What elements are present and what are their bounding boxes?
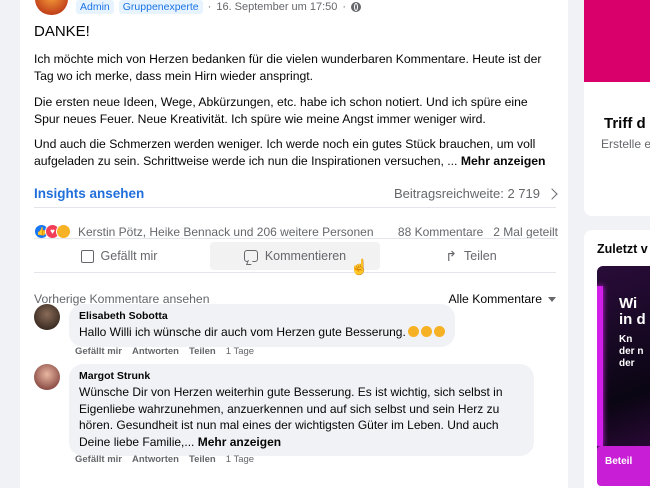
reactions-text: Kerstin Pötz, Heike Bennack und 206 weit… <box>78 224 374 239</box>
comment-share-link[interactable]: Teilen <box>189 454 216 465</box>
comment-like-link[interactable]: Gefällt mir <box>75 454 122 465</box>
comment-time[interactable]: 1 Tage <box>226 454 254 465</box>
reach-label: Beitragsreichweite: 2 719 <box>394 186 540 201</box>
divider <box>34 238 556 239</box>
emoji-icon <box>420 326 432 337</box>
post-meta: Admin Gruppenexperte · 16. September um … <box>76 0 362 14</box>
hand-cursor-icon: ☝ <box>350 259 369 276</box>
comments-count[interactable]: 88 Kommentare <box>398 225 483 239</box>
comment-actions: Gefällt mir Antworten Teilen 1 Tage <box>75 346 254 357</box>
comment-bubble: Margot Strunk Wünsche Dir von Herzen wei… <box>69 364 534 456</box>
card-subtitle: Erstelle e <box>601 137 650 151</box>
care-reaction-icon <box>56 224 71 239</box>
right-card-meet[interactable]: Triff d Erstelle e <box>584 0 650 216</box>
reactions-row: 👍 ♥ Kerstin Pötz, Heike Bennack und 206 … <box>34 224 558 239</box>
thumbs-up-icon <box>80 249 94 263</box>
chevron-right-icon <box>546 187 558 200</box>
comment-bubble: Elisabeth Sobotta Hallo Willi ich wünsch… <box>69 304 455 347</box>
globe-icon <box>351 2 362 12</box>
card-title: Triff d <box>604 115 646 132</box>
emoji-icon <box>433 326 445 337</box>
show-more-link[interactable]: Mehr anzeigen <box>198 435 281 449</box>
comment-author[interactable]: Elisabeth Sobotta <box>79 310 445 322</box>
comment-share-link[interactable]: Teilen <box>189 346 216 357</box>
post-paragraph: Die ersten neue Ideen, Wege, Abkürzungen… <box>34 94 528 126</box>
insights-link[interactable]: Insights ansehen <box>34 186 144 201</box>
comment-reply-link[interactable]: Antworten <box>132 454 179 465</box>
group-expert-badge: Gruppenexperte <box>118 0 203 14</box>
post-paragraph: Ich möchte mich von Herzen bedanken für … <box>34 52 542 83</box>
right-card-recent: Zuletzt v Wi in d Kn der n der Beteil <box>584 230 650 488</box>
divider <box>34 207 556 208</box>
caret-down-icon <box>548 296 556 302</box>
comment-text: Hallo Willi ich wünsche dir auch vom Her… <box>79 324 445 341</box>
divider <box>34 272 556 273</box>
show-more-link[interactable]: Mehr anzeigen <box>461 154 546 168</box>
comment-text: Wünsche Dir von Herzen weiterhin gute Be… <box>79 385 503 449</box>
emoji-icon <box>407 326 419 337</box>
like-button[interactable]: Gefällt mir <box>34 242 204 270</box>
avatar[interactable] <box>34 364 60 390</box>
post-actions: Gefällt mir Kommentieren ↱ Teilen <box>34 242 556 270</box>
comment-time[interactable]: 1 Tage <box>226 346 254 357</box>
author-avatar[interactable] <box>35 0 68 15</box>
post-body: Ich möchte mich von Herzen bedanken für … <box>34 51 554 179</box>
comment-author[interactable]: Margot Strunk <box>79 370 524 382</box>
admin-badge: Admin <box>76 0 114 14</box>
card-title: Zuletzt v <box>597 242 648 256</box>
post-title: DANKE! <box>34 23 90 40</box>
comment-reply-link[interactable]: Antworten <box>132 346 179 357</box>
comment-like-link[interactable]: Gefällt mir <box>75 346 122 357</box>
comment-sort-dropdown[interactable]: Alle Kommentare <box>449 292 556 306</box>
avatar[interactable] <box>34 304 60 330</box>
share-button[interactable]: ↱ Teilen <box>386 242 556 270</box>
share-arrow-icon: ↱ <box>445 247 458 264</box>
reach-link[interactable]: Beitragsreichweite: 2 719 <box>394 186 558 201</box>
post-timestamp[interactable]: 16. September um 17:50 <box>216 1 337 13</box>
card-banner <box>584 0 650 82</box>
comment-icon <box>243 250 258 262</box>
reactions-summary[interactable]: 👍 ♥ Kerstin Pötz, Heike Bennack und 206 … <box>34 224 374 239</box>
shares-count[interactable]: 2 Mal geteilt <box>493 225 558 239</box>
post-card: Admin Gruppenexperte · 16. September um … <box>20 0 568 488</box>
comment-actions: Gefällt mir Antworten Teilen 1 Tage <box>75 454 254 465</box>
post-paragraph: Und auch die Schmerzen werden weniger. I… <box>34 137 546 168</box>
neon-frame <box>597 286 603 446</box>
promo-image[interactable]: Beteil <box>597 446 650 486</box>
insights-row: Insights ansehen Beitragsreichweite: 2 7… <box>34 186 558 201</box>
